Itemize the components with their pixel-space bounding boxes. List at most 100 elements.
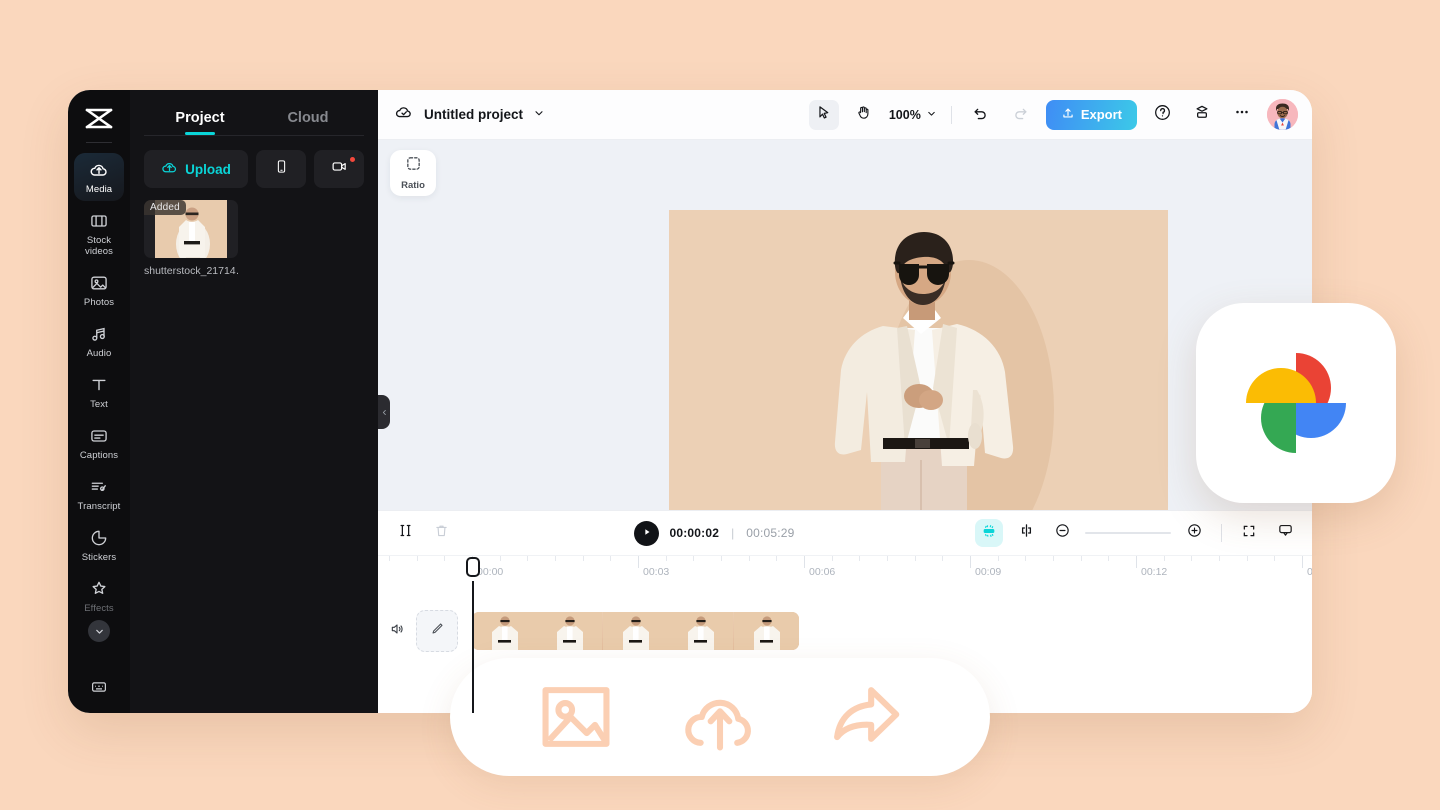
ruler-tick-minor [582,556,584,561]
fit-to-screen-button[interactable] [1236,520,1262,546]
ruler-tick-minor [416,556,418,561]
clip-thumbnail-frame [472,612,538,650]
cloud-upload-icon [161,159,178,179]
dashed-square-icon [405,155,422,177]
ruler-tick-major [1136,556,1137,568]
ruler-tick-minor [1274,556,1276,561]
select-tool-button[interactable] [808,99,839,130]
sparkle-star-icon [89,579,109,599]
ruler-tick-minor [665,556,667,561]
media-thumbnail: Added [144,200,238,258]
video-track-row [378,607,1312,655]
upload-button[interactable]: Upload [144,150,248,188]
ruler-tick-minor [1080,556,1082,561]
ruler-label: 00:09 [975,566,1002,578]
plus-circle-icon [1186,522,1203,544]
chevron-down-icon[interactable] [533,106,545,124]
ruler-tick-minor [997,556,999,561]
hand-tool-button[interactable] [849,100,879,130]
ruler-tick-minor [693,556,695,561]
play-button[interactable] [634,520,660,546]
sidebar-item-transcript[interactable]: Transcript [74,470,124,518]
ratio-button[interactable]: Ratio [390,150,436,196]
tab-project[interactable]: Project [146,104,254,135]
ruler-label: 00:03 [643,566,670,578]
media-item[interactable]: Added shutterstock_21714… [144,200,238,277]
zoom-in-button[interactable] [1181,520,1207,546]
more-options-button[interactable] [1227,100,1257,130]
sidebar-label-transcript: Transcript [77,501,121,512]
time-separator: | [731,526,735,540]
redo-button[interactable] [1006,100,1036,130]
user-avatar[interactable] [1267,99,1298,130]
cut-marker-button[interactable] [1013,520,1039,546]
ruler-tick-minor [389,556,390,561]
ruler-tick-minor [859,556,861,561]
sidebar-item-captions[interactable]: Captions [74,419,124,467]
sidebar-item-effects[interactable]: Effects [74,572,124,648]
zoom-level-selector[interactable]: 100% [889,108,937,122]
import-from-phone-button[interactable] [256,150,306,188]
zoom-slider[interactable] [1085,532,1172,534]
playhead-handle[interactable] [466,557,480,577]
page-root: Media Stock videos Photos Audio Text Cap… [0,0,1440,810]
undo-icon [972,104,989,126]
video-preview[interactable] [669,210,1168,542]
sidebar-item-photos[interactable]: Photos [74,266,124,314]
added-badge: Added [144,200,186,215]
zoom-out-button[interactable] [1049,520,1075,546]
layers-button[interactable] [1187,100,1217,130]
ruler-label: 00:12 [1141,566,1168,578]
sidebar-label-text: Text [90,399,108,410]
trash-icon [434,523,449,543]
ruler-tick-major [638,556,639,568]
sidebar-label-stock-line2: videos [84,246,114,257]
sidebar-item-audio[interactable]: Audio [74,317,124,365]
sidebar-item-text[interactable]: Text [74,368,124,416]
delete-button[interactable] [428,520,454,546]
image-icon[interactable] [533,674,619,760]
project-title[interactable]: Untitled project [424,107,523,122]
sidebar-item-stock-videos[interactable]: Stock videos [74,204,124,263]
ruler-tick-minor [1219,556,1220,561]
clip-thumbnail-frame [733,612,799,650]
export-button[interactable]: Export [1045,99,1137,130]
ruler-tick-minor [610,556,612,561]
record-button[interactable] [314,150,364,188]
share-arrow-icon[interactable] [821,674,907,760]
music-note-icon [89,324,109,344]
ruler-tick-minor [887,556,888,561]
clip-thumbnail-frame [668,612,734,650]
track-edit-button[interactable] [416,610,458,652]
total-time: 00:05:29 [746,526,795,540]
layers-icon [1193,103,1211,126]
sidebar-item-media[interactable]: Media [74,153,124,201]
cloud-check-icon[interactable] [394,102,414,127]
sidebar-label-media: Media [85,184,113,195]
google-photos-logo [1196,303,1396,503]
sidebar-item-stickers[interactable]: Stickers [74,521,124,569]
sidebar-label-effects: Effects [84,603,114,614]
fullscreen-icon [1241,523,1257,544]
split-button[interactable] [392,520,418,546]
ruler-tick-major [1302,556,1303,568]
monitor-icon [1277,522,1294,544]
ruler-tick-major [970,556,971,568]
keyboard-shortcut-button[interactable] [90,678,108,701]
timeline-ruler[interactable]: 00:00 00:03 00:06 00:09 00:12 00 [378,555,1312,581]
capcut-logo[interactable] [81,104,117,134]
minus-circle-icon [1054,522,1071,544]
track-mute-button[interactable] [378,621,416,642]
preview-monitor-button[interactable] [1272,520,1298,546]
chevron-down-icon[interactable] [88,620,110,642]
phone-icon [274,159,289,179]
help-button[interactable] [1147,100,1177,130]
video-clip[interactable] [472,612,799,650]
tab-cloud[interactable]: Cloud [254,104,362,135]
undo-button[interactable] [966,100,996,130]
auto-magic-button[interactable] [975,519,1004,547]
ruler-tick-minor [942,556,944,561]
playhead[interactable] [466,557,480,713]
panel-collapse-handle[interactable] [378,395,390,429]
cloud-upload-icon[interactable] [677,674,763,760]
